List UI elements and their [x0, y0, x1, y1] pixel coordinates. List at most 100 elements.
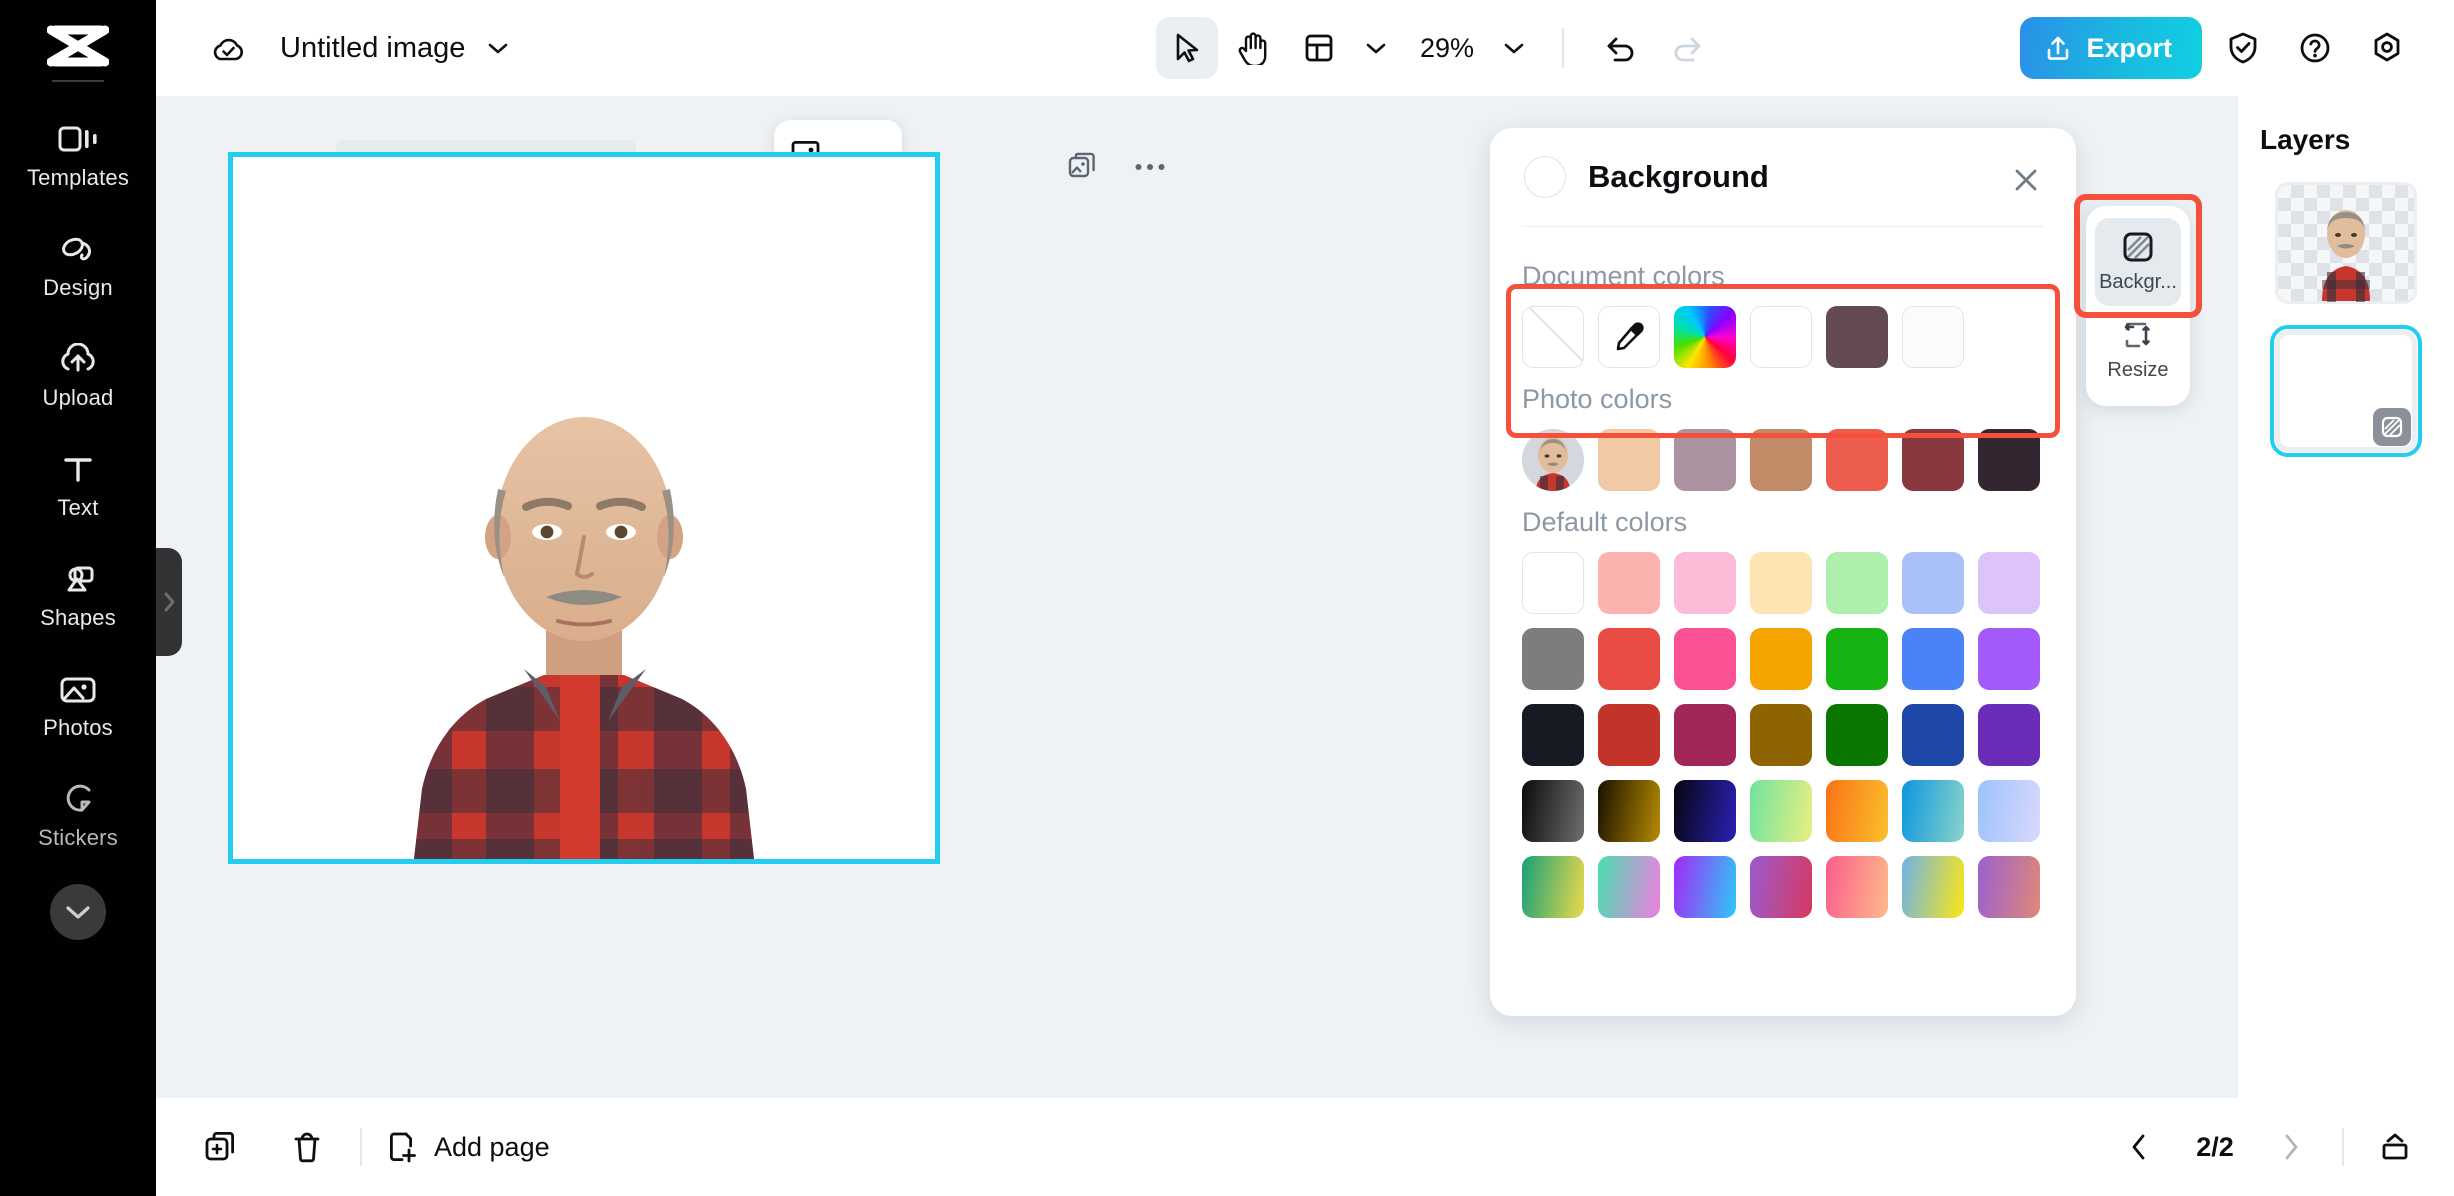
swatch-peach[interactable]: [1598, 429, 1660, 491]
resize-tool-button[interactable]: Resize: [2095, 306, 2181, 394]
swatch-pink-to-peach-gradient[interactable]: [1826, 856, 1888, 918]
background-panel: Background Document colors: [1490, 128, 2076, 1016]
swatch-near-black[interactable]: [1522, 704, 1584, 766]
swatch-white[interactable]: [1750, 306, 1812, 368]
swatch-off-white[interactable]: [1902, 306, 1964, 368]
cloud-saved-icon[interactable]: [208, 28, 248, 68]
swatch-black-to-indigo-gradient[interactable]: [1674, 780, 1736, 842]
swatch-light-green[interactable]: [1826, 552, 1888, 614]
swatch-dark-mauve[interactable]: [1826, 306, 1888, 368]
zoom-level-value[interactable]: 29%: [1420, 33, 1474, 64]
swatch-orange[interactable]: [1750, 628, 1812, 690]
swatch-light-salmon[interactable]: [1598, 552, 1660, 614]
layer-item-background[interactable]: [2275, 330, 2417, 452]
swatch-light-lavender[interactable]: [1978, 552, 2040, 614]
sidebar-item-stickers[interactable]: Stickers: [0, 760, 156, 870]
security-button[interactable]: [2212, 17, 2274, 79]
layers-panel: Layers: [2238, 96, 2454, 1098]
duplicate-image-button[interactable]: [1061, 146, 1103, 188]
swatch-transparent[interactable]: [1522, 306, 1584, 368]
bottom-toolbar: Add page 2/2: [156, 1098, 2454, 1196]
swatch-light-pink[interactable]: [1674, 552, 1736, 614]
help-button[interactable]: [2284, 17, 2346, 79]
page-more-button[interactable]: [1129, 146, 1171, 188]
layout-chevron-button[interactable]: [1354, 17, 1398, 79]
canvas-portrait-photo[interactable]: [374, 369, 794, 859]
chevron-down-icon: [65, 904, 91, 920]
swatch-green-to-yellow-gradient[interactable]: [1750, 780, 1812, 842]
swatch-brick-red[interactable]: [1598, 704, 1660, 766]
swatch-white[interactable]: [1522, 552, 1584, 614]
layout-grid-icon: [1304, 33, 1334, 63]
swatch-gray[interactable]: [1522, 628, 1584, 690]
swatch-black-to-gold-gradient[interactable]: [1598, 780, 1660, 842]
redo-button[interactable]: [1656, 17, 1718, 79]
layer-photo-preview: [2275, 182, 2417, 304]
close-panel-button[interactable]: [2006, 160, 2046, 200]
swatch-dark-gold[interactable]: [1750, 704, 1812, 766]
templates-icon: [57, 120, 99, 158]
sidebar-item-label: Design: [43, 275, 113, 301]
sidebar-item-text[interactable]: Text: [0, 430, 156, 540]
chevron-down-icon[interactable]: [487, 41, 509, 55]
swatch-tan[interactable]: [1750, 429, 1812, 491]
duplicate-page-button[interactable]: [192, 1118, 250, 1176]
swatch-purple[interactable]: [1978, 628, 2040, 690]
swatch-hot-pink[interactable]: [1674, 628, 1736, 690]
swatch-green[interactable]: [1826, 628, 1888, 690]
layout-tool-button[interactable]: [1288, 17, 1350, 79]
layer-item-photo[interactable]: [2275, 182, 2417, 304]
select-tool-button[interactable]: [1156, 17, 1218, 79]
sidebar-more-button[interactable]: [50, 884, 106, 940]
swatch-dark-magenta[interactable]: [1674, 704, 1736, 766]
swatch-mint-to-pink-gradient[interactable]: [1598, 856, 1660, 918]
delete-page-button[interactable]: [278, 1118, 336, 1176]
sidebar-item-photos[interactable]: Photos: [0, 650, 156, 760]
next-page-button[interactable]: [2268, 1124, 2314, 1170]
swatch-dark-purple[interactable]: [1978, 704, 2040, 766]
swatch-light-blue[interactable]: [1902, 552, 1964, 614]
swatch-near-black[interactable]: [1978, 429, 2040, 491]
canvas-tools: 29%: [1156, 17, 1718, 79]
swatch-teal-to-yellow-gradient[interactable]: [1522, 856, 1584, 918]
page-indicator: 2/2: [2180, 1132, 2250, 1163]
document-title[interactable]: Untitled image: [280, 32, 465, 65]
swatch-purple-to-crimson-gradient[interactable]: [1750, 856, 1812, 918]
sidebar-item-templates[interactable]: Templates: [0, 100, 156, 210]
add-page-button[interactable]: Add page: [386, 1130, 550, 1164]
swatch-coral[interactable]: [1826, 429, 1888, 491]
export-button[interactable]: Export: [2020, 17, 2202, 79]
duplicate-image-icon: [1067, 152, 1097, 182]
canvas-page[interactable]: [228, 152, 940, 864]
swatch-blue[interactable]: [1902, 628, 1964, 690]
background-tool-button[interactable]: Backgr...: [2095, 218, 2181, 306]
zoom-chevron-button[interactable]: [1492, 17, 1536, 79]
sidebar-collapse-handle[interactable]: [156, 548, 182, 656]
sidebar-item-upload[interactable]: Upload: [0, 320, 156, 430]
swatch-black-to-gray-gradient[interactable]: [1522, 780, 1584, 842]
swatch-navy-blue[interactable]: [1902, 704, 1964, 766]
swatch-orange-to-yellow-gradient[interactable]: [1826, 780, 1888, 842]
swatch-purple-to-salmon-gradient[interactable]: [1978, 856, 2040, 918]
swatch-blue-to-teal-gradient[interactable]: [1902, 780, 1964, 842]
swatch-red[interactable]: [1598, 628, 1660, 690]
swatch-mauve[interactable]: [1674, 429, 1736, 491]
question-circle-icon: [2298, 31, 2332, 65]
swatch-eyedropper[interactable]: [1598, 306, 1660, 368]
swatch-blue-to-yellow-gradient[interactable]: [1902, 856, 1964, 918]
swatch-color-wheel[interactable]: [1674, 306, 1736, 368]
swatch-dark-green[interactable]: [1826, 704, 1888, 766]
capcut-logo-icon[interactable]: [43, 18, 113, 74]
sidebar-item-design[interactable]: Design: [0, 210, 156, 320]
prev-page-button[interactable]: [2116, 1124, 2162, 1170]
hand-tool-button[interactable]: [1222, 17, 1284, 79]
swatch-maroon[interactable]: [1902, 429, 1964, 491]
undo-button[interactable]: [1590, 17, 1652, 79]
sidebar-item-shapes[interactable]: Shapes: [0, 540, 156, 650]
swatch-photo-thumbnail[interactable]: [1522, 429, 1584, 491]
swatch-violet-to-cyan-gradient[interactable]: [1674, 856, 1736, 918]
settings-button[interactable]: [2356, 17, 2418, 79]
expand-panel-button[interactable]: [2372, 1124, 2418, 1170]
swatch-light-cream[interactable]: [1750, 552, 1812, 614]
swatch-blue-to-lavender-gradient[interactable]: [1978, 780, 2040, 842]
